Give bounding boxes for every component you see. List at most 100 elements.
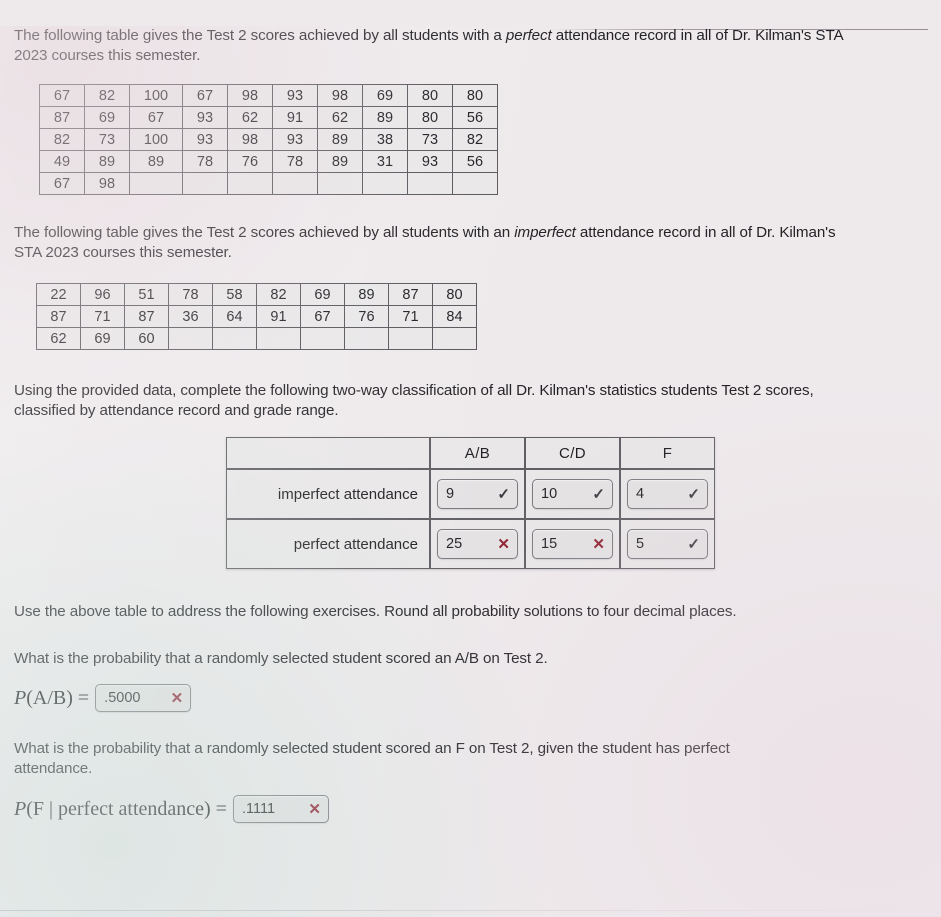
imperfect-scores-body: 22 96 51 78 58 82 69 89 87 80 87 71 87 36 64 91 67 76 71 84…: [36, 283, 477, 350]
score-cell: 100: [129, 84, 183, 107]
score-cell: 67: [182, 84, 228, 107]
score-cell: 80: [407, 84, 453, 107]
score-cell: 89: [344, 283, 389, 306]
row-label-perfect-attendance: perfect attendance: [226, 519, 430, 569]
score-cell: 82: [452, 128, 498, 151]
score-cell: 98: [227, 84, 273, 107]
score-cell: 76: [227, 150, 273, 173]
score-cell: 80: [432, 283, 477, 306]
score-cell: 69: [300, 283, 345, 306]
score-cell-empty: [388, 327, 433, 350]
score-cell: 78: [272, 150, 318, 173]
table-row: 87 71 87 36 64 91 67 76 71 84: [36, 305, 477, 328]
score-cell: 56: [452, 106, 498, 129]
score-cell-empty: [168, 327, 213, 350]
score-cell: 98: [84, 172, 130, 195]
exercise-1-math-arg: (A/B): [26, 686, 73, 709]
perfect-attendance-scores-table: 67 82 100 67 98 93 98 69 80 80 87 69 67 93 62 91 62 89 80 5…: [39, 84, 498, 195]
input-imperfect-f[interactable]: 4 ✓: [627, 479, 708, 509]
score-cell: 89: [317, 128, 363, 151]
incorrect-cross-icon: ✕: [170, 689, 184, 707]
score-cell-empty: [344, 327, 389, 350]
exercise-1-math-label: P(A/B) =: [14, 687, 95, 710]
perfect-scores-body: 67 82 100 67 98 93 98 69 80 80 87 69 67 93 62 91 62 89 80 5…: [39, 84, 498, 195]
score-cell: 96: [80, 283, 125, 306]
cell-imperfect-cd: 10 ✓: [525, 469, 620, 519]
table-row: 67 82 100 67 98 93 98 69 80 80: [39, 84, 498, 107]
input-perfect-cd[interactable]: 15 ✕: [532, 529, 613, 559]
score-cell: 89: [129, 150, 183, 173]
score-cell: 58: [212, 283, 257, 306]
score-cell: 64: [212, 305, 257, 328]
score-cell-empty: [129, 172, 183, 195]
score-cell: 82: [256, 283, 301, 306]
input-perfect-f-value: 5: [636, 535, 645, 552]
input-perfect-f[interactable]: 5 ✓: [627, 529, 708, 559]
score-cell: 89: [84, 150, 130, 173]
score-cell: 93: [272, 128, 318, 151]
score-cell: 91: [272, 106, 318, 129]
score-cell: 69: [362, 84, 408, 107]
score-cell: 67: [39, 172, 85, 195]
score-cell: 93: [272, 84, 318, 107]
input-probability-ab[interactable]: .5000 ✕: [95, 684, 192, 712]
score-cell: 82: [39, 128, 85, 151]
two-way-classification-table: A/B C/D F imperfect attendance 9 ✓ 10 ✓ …: [226, 437, 715, 569]
score-cell: 93: [182, 106, 228, 129]
score-cell: 100: [129, 128, 183, 151]
score-cell-empty: [300, 327, 345, 350]
classification-table-head: A/B C/D F: [226, 437, 715, 469]
worksheet-page: The following table gives the Test 2 sco…: [0, 26, 941, 823]
row-label-imperfect-attendance: imperfect attendance: [226, 469, 430, 519]
score-cell: 82: [84, 84, 130, 107]
score-cell: 69: [80, 327, 125, 350]
input-perfect-ab[interactable]: 25 ✕: [437, 529, 518, 559]
correct-check-icon: ✓: [497, 485, 510, 503]
input-probability-f-given-perfect-value: .1111: [241, 800, 276, 817]
score-cell: 98: [227, 128, 273, 151]
input-perfect-ab-value: 25: [446, 535, 463, 552]
bottom-divider-rule: [0, 910, 941, 911]
classification-column-header-cd: C/D: [525, 437, 620, 469]
perfect-attendance-intro-paragraph: The following table gives the Test 2 sco…: [14, 26, 844, 66]
score-cell: 22: [36, 283, 81, 306]
score-cell: 73: [84, 128, 130, 151]
classification-corner-cell: [226, 437, 430, 469]
score-cell: 78: [182, 150, 228, 173]
cell-perfect-f: 5 ✓: [620, 519, 715, 569]
score-cell: 71: [80, 305, 125, 328]
correct-check-icon: ✓: [687, 535, 700, 553]
perfect-intro-emphasis: perfect: [505, 27, 552, 44]
score-cell: 76: [344, 305, 389, 328]
classification-instruction-paragraph: Using the provided data, complete the fo…: [14, 382, 814, 419]
input-probability-f-given-perfect[interactable]: .1111 ✕: [232, 795, 329, 823]
score-cell: 91: [256, 305, 301, 328]
exercise-1-answer-row: P(A/B) = .5000 ✕: [14, 684, 927, 712]
table-row: perfect attendance 25 ✕ 15 ✕ 5 ✓: [226, 519, 715, 569]
score-cell: 87: [388, 283, 433, 306]
input-imperfect-cd[interactable]: 10 ✓: [532, 479, 613, 509]
correct-check-icon: ✓: [592, 485, 605, 503]
classification-table-wrapper: A/B C/D F imperfect attendance 9 ✓ 10 ✓ …: [14, 437, 927, 569]
exercise-2-question: What is the probability that a randomly …: [14, 740, 730, 777]
table-row: 49 89 89 78 76 78 89 31 93 56: [39, 150, 498, 173]
score-cell: 93: [407, 150, 453, 173]
score-cell: 56: [452, 150, 498, 173]
classification-column-header-f: F: [620, 437, 715, 469]
score-cell: 71: [388, 305, 433, 328]
score-cell: 78: [168, 283, 213, 306]
score-cell: 87: [39, 106, 85, 129]
incorrect-cross-icon: ✕: [592, 535, 605, 553]
score-cell-empty: [182, 172, 228, 195]
exercise-2-math-arg: (F | perfect attendance): [26, 797, 211, 820]
score-cell-empty: [256, 327, 301, 350]
exercise-2-math-label: P(F | perfect attendance) =: [14, 798, 233, 821]
input-imperfect-ab[interactable]: 9 ✓: [437, 479, 518, 509]
table-row: 22 96 51 78 58 82 69 89 87 80: [36, 283, 477, 306]
correct-check-icon: ✓: [687, 485, 700, 503]
score-cell: 80: [407, 106, 453, 129]
incorrect-cross-icon: ✕: [497, 535, 510, 553]
cell-perfect-cd: 15 ✕: [525, 519, 620, 569]
input-perfect-cd-value: 15: [541, 535, 558, 552]
table-row: 67 98: [39, 172, 498, 195]
